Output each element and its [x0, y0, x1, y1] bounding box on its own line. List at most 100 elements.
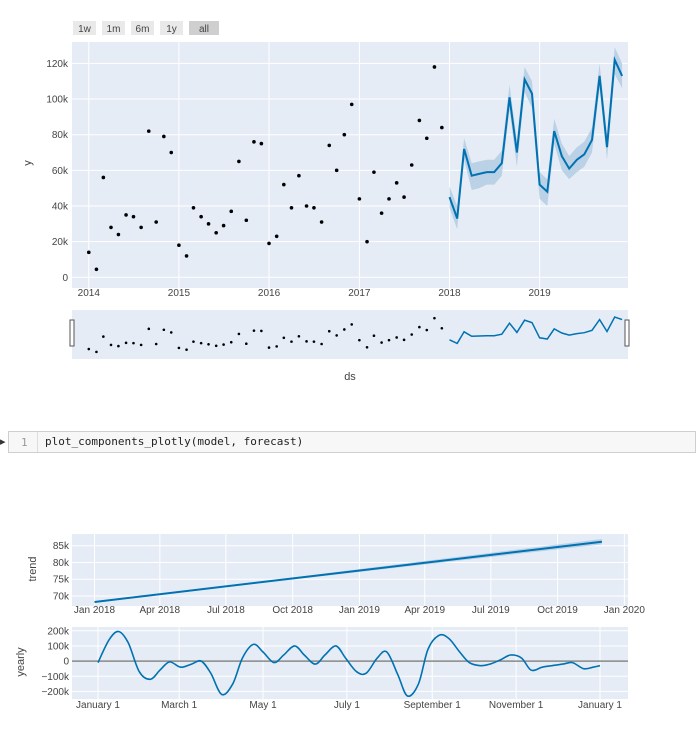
- slider-point: [132, 341, 135, 345]
- range-button-label: 1w: [78, 24, 92, 35]
- slider-point: [207, 343, 210, 346]
- actual-point: [162, 134, 166, 139]
- yearly-x-tick: March 1: [161, 700, 198, 711]
- yearly-x-tick: July 1: [334, 700, 361, 711]
- range-button-label: 1m: [107, 24, 121, 35]
- actual-point: [379, 211, 384, 215]
- actual-point: [116, 232, 121, 237]
- main-plot-area[interactable]: [72, 42, 628, 288]
- actual-point: [109, 225, 113, 230]
- slider-point: [192, 340, 195, 343]
- actual-point: [199, 214, 203, 219]
- trend-x-tick: Oct 2018: [272, 605, 313, 616]
- main-x-tick: 2018: [438, 288, 461, 299]
- range-selector: 1w 1m 6m 1y all: [73, 21, 219, 35]
- actual-point: [432, 65, 437, 69]
- trend-x-tick-labels: Jan 2018 Apr 2018 Jul 2018 Oct 2018 Jan 2019…: [74, 605, 645, 616]
- yearly-y-tick: 100k: [47, 641, 70, 652]
- slider-point: [147, 327, 151, 331]
- slider-point: [245, 342, 248, 346]
- yearly-y-axis-label: yearly: [15, 647, 27, 677]
- code-input-box[interactable]: 1 plot_components_plotly(model, forecast…: [8, 431, 696, 453]
- actual-point: [267, 241, 271, 246]
- slider-point: [380, 341, 383, 344]
- slider-point: [199, 341, 203, 345]
- actual-point: [244, 218, 249, 223]
- slider-point: [267, 346, 271, 349]
- trend-x-tick: Apr 2019: [404, 605, 445, 616]
- components-chart: 70k 75k 80k 85k Jan 2018 Apr 2018 Jul 2018 Oct…: [15, 534, 645, 711]
- trend-x-tick: Jan 2018: [74, 605, 116, 616]
- trend-x-tick: Jan 2020: [604, 605, 646, 616]
- code-cell[interactable]: ▸ 1 plot_components_plotly(model, foreca…: [0, 431, 697, 453]
- range-button-6m[interactable]: 6m: [131, 21, 154, 35]
- actual-point: [101, 175, 106, 180]
- slider-point: [282, 336, 286, 340]
- actual-point: [304, 204, 309, 208]
- main-x-tick: 2019: [528, 288, 551, 299]
- slider-point: [229, 340, 233, 344]
- range-button-1y[interactable]: 1y: [160, 21, 183, 35]
- range-slider-right-handle[interactable]: [624, 319, 630, 347]
- trend-y-tick-labels: 70k 75k 80k 85k: [53, 541, 70, 602]
- slider-point: [222, 343, 225, 346]
- main-y-tick: 0: [62, 273, 68, 284]
- actual-point: [191, 205, 196, 210]
- slider-point: [387, 338, 391, 342]
- yearly-x-tick: January 1: [76, 700, 120, 711]
- trend-y-axis-label: trend: [27, 556, 39, 581]
- slider-point: [169, 331, 173, 334]
- range-button-label: 1y: [166, 24, 177, 35]
- actual-point: [274, 234, 279, 239]
- slider-point: [260, 329, 263, 333]
- actual-point: [86, 250, 91, 255]
- main-y-tick: 120k: [46, 59, 69, 70]
- actual-point: [169, 150, 174, 155]
- slider-point: [214, 344, 218, 348]
- main-x-tick: 2015: [168, 288, 191, 299]
- trend-y-tick: 75k: [53, 575, 70, 586]
- code-text[interactable]: plot_components_plotly(model, forecast): [45, 435, 303, 448]
- range-button-all[interactable]: all: [189, 21, 219, 35]
- slider-point: [177, 346, 181, 350]
- slider-point: [312, 340, 316, 343]
- range-slider[interactable]: [72, 310, 628, 359]
- slider-point: [395, 336, 398, 339]
- slider-point: [425, 328, 429, 332]
- slider-point: [109, 343, 113, 347]
- actual-point: [387, 197, 391, 201]
- actual-point: [184, 254, 189, 258]
- main-x-axis-label: ds: [344, 371, 356, 383]
- slider-point: [154, 342, 158, 346]
- line-number: 1: [21, 436, 28, 449]
- actual-point: [94, 267, 99, 272]
- yearly-y-tick: −100k: [41, 672, 70, 683]
- trend-x-tick: Jul 2018: [207, 605, 245, 616]
- yearly-x-tick: May 1: [249, 700, 277, 711]
- range-button-label: 6m: [136, 24, 150, 35]
- actual-point: [206, 222, 211, 226]
- slider-point: [252, 329, 256, 332]
- range-button-1m[interactable]: 1m: [102, 21, 125, 35]
- actual-point: [289, 205, 294, 210]
- actual-point: [319, 220, 324, 224]
- trend-x-tick: Oct 2019: [537, 605, 578, 616]
- range-button-1w[interactable]: 1w: [73, 21, 96, 35]
- yearly-x-tick: September 1: [404, 700, 462, 711]
- range-button-label: all: [199, 24, 209, 35]
- actual-point: [424, 136, 429, 141]
- slider-point: [372, 334, 376, 337]
- actual-point: [297, 173, 301, 178]
- range-slider-left-handle[interactable]: [69, 319, 75, 347]
- slider-point: [102, 335, 105, 338]
- actual-point: [237, 159, 241, 164]
- actual-point: [124, 213, 128, 217]
- slider-point: [320, 342, 323, 346]
- slider-point: [95, 350, 98, 354]
- gutter-divider: [37, 432, 38, 452]
- slider-point: [185, 348, 188, 351]
- trend-y-tick: 85k: [53, 541, 70, 552]
- main-y-axis-label: y: [22, 160, 34, 166]
- slider-point: [358, 338, 361, 342]
- actual-point: [409, 163, 414, 167]
